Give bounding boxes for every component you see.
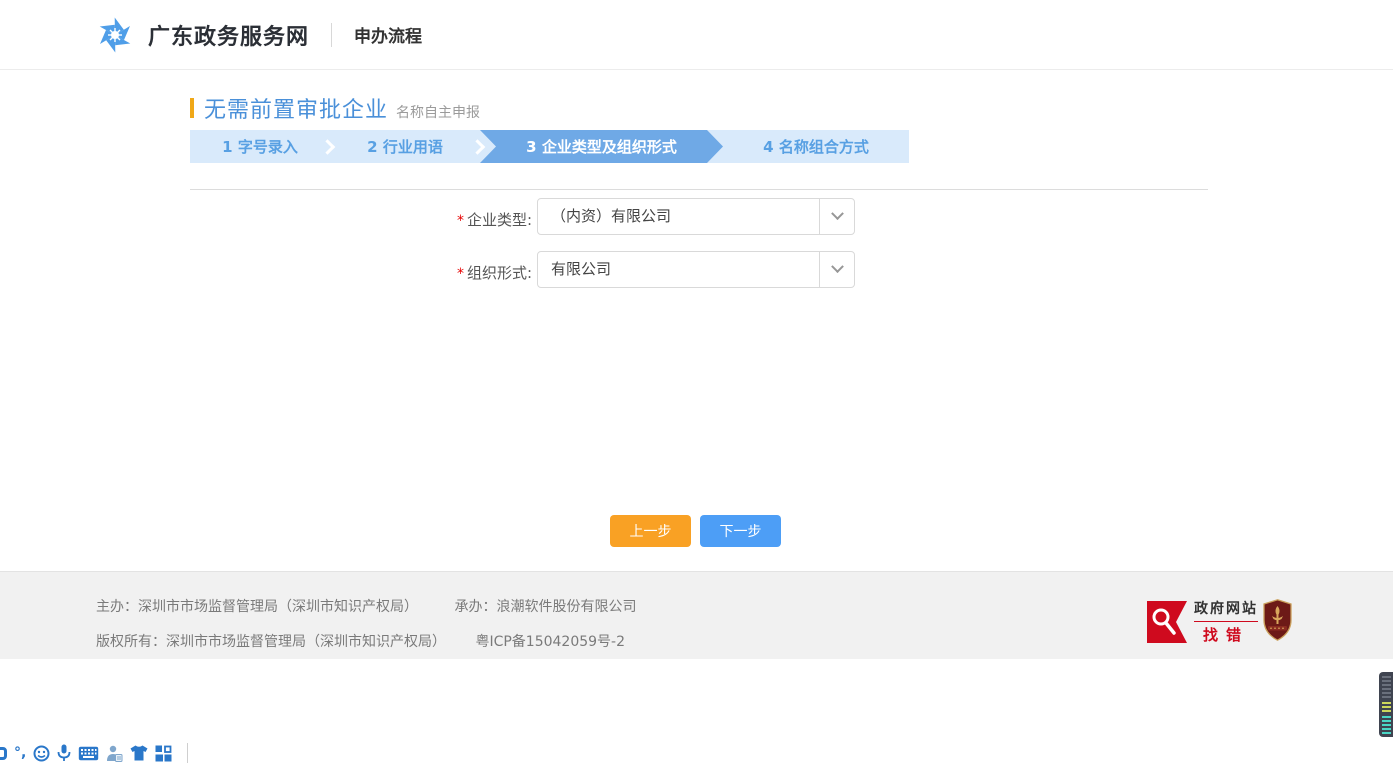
ime-mode-icon[interactable] (0, 747, 7, 760)
step-4-mingchengzuhe[interactable]: 4 名称组合方式 (723, 130, 909, 163)
content-divider (190, 189, 1208, 190)
grid-icon[interactable] (155, 745, 172, 762)
tshirt-icon[interactable] (130, 745, 148, 761)
enterprise-type-select[interactable]: （内资）有限公司 (537, 198, 855, 235)
title-accent-bar (190, 98, 194, 118)
chevron-down-box (819, 199, 854, 234)
enterprise-type-value: （内资）有限公司 (551, 199, 671, 234)
pinwheel-flower-icon (94, 14, 136, 56)
organization-form-select[interactable]: 有限公司 (537, 251, 855, 288)
enterprise-type-label: *企业类型: (392, 209, 532, 230)
site-logo[interactable] (94, 14, 136, 56)
required-asterisk: * (457, 266, 464, 282)
nav-apply-flow[interactable]: 申办流程 (354, 22, 422, 47)
microphone-icon[interactable] (57, 744, 71, 762)
step-2-label: 2 行业用语 (367, 136, 443, 157)
step-1-label: 1 字号录入 (222, 136, 298, 157)
page-title: 无需前置审批企业 (204, 92, 388, 124)
dock-stripes-gray (1382, 676, 1391, 700)
step-3-active-qiyeleixing[interactable]: 3 企业类型及组织形式 (480, 130, 723, 163)
keyboard-icon[interactable] (78, 746, 99, 761)
gov-identification-shield-badge[interactable] (1263, 599, 1292, 645)
required-asterisk: * (457, 213, 464, 229)
page: 广东政务服务网 申办流程 无需前置审批企业 名称自主申报 1 字号录入 2 行业… (0, 0, 1393, 763)
smiley-icon[interactable] (33, 745, 50, 762)
footer-icp: 粤ICP备15042059号-2 (475, 634, 625, 650)
ime-toolbar: °, (0, 743, 188, 763)
gov-shield-icon (1263, 599, 1292, 641)
docked-side-widget[interactable] (1379, 672, 1393, 737)
organization-form-value: 有限公司 (551, 252, 611, 287)
site-header: 广东政务服务网 申办流程 (0, 0, 1393, 70)
organization-form-label: *组织形式: (392, 262, 532, 283)
badge-title: 政府网站 (1194, 598, 1258, 622)
chevron-down-icon (831, 207, 844, 220)
previous-step-button[interactable]: 上一步 (610, 515, 691, 547)
next-step-button[interactable]: 下一步 (700, 515, 781, 547)
footer-line-1: 主办：深圳市市场监督管理局（深圳市知识产权局） 承办：浪潮软件股份有限公司 (96, 596, 636, 616)
step-3-label: 3 企业类型及组织形式 (526, 136, 677, 157)
step-1-zihaoluru[interactable]: 1 字号录入 (190, 130, 330, 163)
chevron-down-icon (831, 260, 844, 273)
footer-host: 主办：深圳市市场监督管理局（深圳市知识产权局） (96, 599, 418, 615)
page-subtitle: 名称自主申报 (396, 102, 480, 122)
dock-stripes-teal (1382, 716, 1391, 734)
footer-line-2: 版权所有：深圳市市场监督管理局（深圳市知识产权局） 粤ICP备15042059号… (96, 631, 625, 651)
ime-punctuation-toggle[interactable]: °, (14, 746, 26, 760)
header-divider (331, 23, 332, 47)
footer-copyright: 版权所有：深圳市市场监督管理局（深圳市知识产权局） (96, 634, 446, 650)
step-wizard: 1 字号录入 2 行业用语 3 企业类型及组织形式 4 名称组合方式 (190, 130, 909, 163)
gov-site-error-report-badge[interactable]: 政府网站 找错 (1147, 598, 1258, 645)
step-separator-icon (470, 139, 486, 155)
page-title-row: 无需前置审批企业 名称自主申报 (190, 92, 480, 124)
site-title: 广东政务服务网 (148, 19, 309, 51)
dock-stripes-yellow (1382, 702, 1391, 714)
person-note-icon[interactable] (106, 745, 123, 762)
page-footer: 主办：深圳市市场监督管理局（深圳市知识产权局） 承办：浪潮软件股份有限公司 版权… (0, 571, 1393, 659)
chevron-down-box (819, 252, 854, 287)
step-2-hangyeyongyu[interactable]: 2 行业用语 (330, 130, 480, 163)
badge-text: 政府网站 找错 (1194, 598, 1258, 645)
badge-subtitle: 找错 (1194, 624, 1258, 645)
magnifier-flag-icon (1147, 601, 1187, 643)
step-4-label: 4 名称组合方式 (763, 136, 869, 157)
footer-undertake: 承办：浪潮软件股份有限公司 (454, 599, 636, 615)
